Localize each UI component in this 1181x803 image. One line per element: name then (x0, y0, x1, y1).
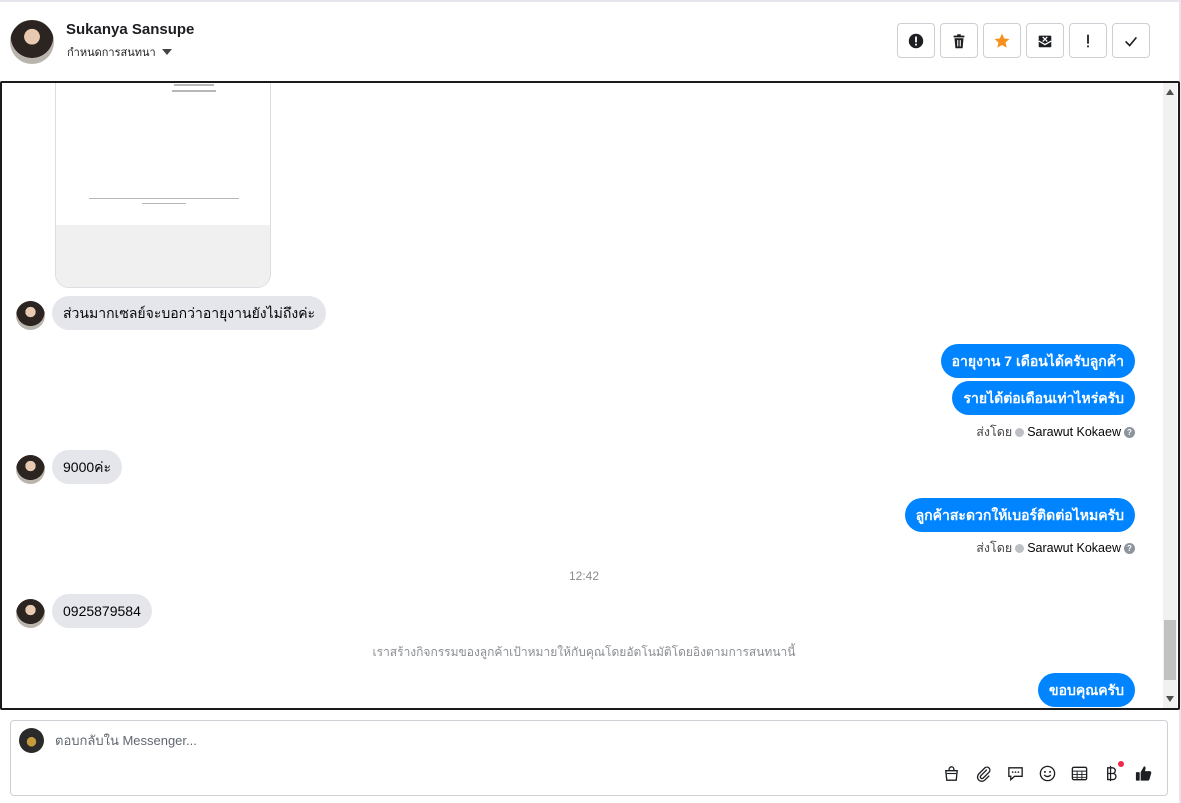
sender-avatar[interactable] (16, 301, 45, 330)
time-separator: 12:42 (568, 569, 600, 583)
incoming-message[interactable]: ส่วนมากเซลย์จะบอกว่าอายุงานยังไม่ถึงค่ะ (52, 296, 327, 330)
mark-done-button[interactable] (1112, 23, 1150, 58)
outgoing-message[interactable]: ลูกค้าสะดวกให้เบอร์ติดต่อไหมครับ (904, 498, 1135, 532)
incoming-message[interactable]: 9000ค่ะ (52, 450, 123, 484)
table-icon (1071, 766, 1087, 780)
star-button[interactable] (983, 23, 1021, 58)
star-icon (994, 33, 1010, 48)
help-icon[interactable]: ? (1124, 542, 1135, 554)
attach-button[interactable] (973, 763, 993, 783)
conversation-schedule-label: กำหนดการสนทนา (67, 47, 156, 59)
mark-spam-button[interactable] (897, 23, 935, 58)
header-actions (897, 23, 1150, 58)
document-preview-footer (56, 225, 270, 287)
incoming-message[interactable]: 0925879584 (52, 594, 152, 628)
delete-button[interactable] (940, 23, 978, 58)
sender-avatar[interactable] (16, 599, 45, 628)
outgoing-message[interactable]: ขอบคุณครับ (1038, 673, 1135, 707)
chat-bubble-icon (1007, 766, 1023, 781)
scroll-up-arrow-icon[interactable] (1166, 89, 1174, 95)
sent-by-name[interactable]: Sarawut Kokaew (1027, 541, 1121, 555)
document-attachment-preview[interactable] (55, 83, 271, 288)
page-avatar (19, 728, 44, 753)
envelope-x-icon (1038, 35, 1052, 47)
sent-by-name[interactable]: Sarawut Kokaew (1027, 425, 1121, 439)
payment-button[interactable] (1101, 761, 1124, 783)
notification-dot (1118, 761, 1124, 767)
document-text-line (174, 84, 214, 86)
saved-replies-button[interactable] (1005, 763, 1025, 783)
shop-button[interactable] (941, 763, 961, 783)
verified-dot-icon (1015, 427, 1025, 437)
trash-icon (953, 33, 965, 48)
emoji-icon (1039, 765, 1055, 781)
appointment-button[interactable] (1069, 763, 1089, 783)
conversation-schedule-dropdown[interactable]: กำหนดการสนทนา (67, 43, 172, 61)
emoji-button[interactable] (1037, 763, 1057, 783)
document-text-line (142, 203, 186, 204)
shopping-bag-icon (944, 765, 958, 781)
outgoing-message[interactable]: รายได้ต่อเดือนเท่าไหร่ครับ (952, 381, 1135, 415)
like-button[interactable] (1133, 763, 1153, 783)
scrollbar-thumb[interactable] (1164, 620, 1176, 680)
sender-avatar[interactable] (16, 455, 45, 484)
thumbs-up-icon (1135, 765, 1151, 781)
reply-input[interactable] (55, 733, 855, 748)
mark-unread-button[interactable] (1026, 23, 1064, 58)
outgoing-message[interactable]: อายุงาน 7 เดือนได้ครับลูกค้า (940, 344, 1135, 378)
mark-important-button[interactable] (1069, 23, 1107, 58)
caret-down-icon (161, 49, 172, 55)
checkmark-icon (1125, 36, 1138, 47)
baht-icon (1106, 765, 1117, 781)
sent-by-label: ส่งโดย (976, 425, 1013, 439)
exclamation-icon (1087, 34, 1089, 47)
system-note: เราสร้างกิจกรรมของลูกค้าเป้าหมายให้กับคุ… (372, 645, 796, 659)
alert-circle-icon (908, 33, 924, 48)
sent-by-label: ส่งโดย (976, 541, 1013, 555)
contact-name[interactable]: Sukanya Sansupe (66, 21, 194, 38)
sent-by-info: ส่งโดย Sarawut Kokaew ? (976, 538, 1135, 558)
sent-by-info: ส่งโดย Sarawut Kokaew ? (976, 422, 1135, 442)
paperclip-icon (976, 765, 991, 782)
scrollbar[interactable] (1163, 83, 1177, 708)
document-text-line (89, 198, 239, 199)
document-text-line (172, 90, 216, 92)
conversation-header: Sukanya Sansupe กำหนดการสนทนา (0, 2, 1179, 80)
verified-dot-icon (1015, 543, 1025, 553)
scroll-down-arrow-icon[interactable] (1166, 696, 1174, 702)
help-icon[interactable]: ? (1124, 426, 1135, 438)
composer-tools (941, 761, 1153, 783)
message-thread[interactable]: ส่วนมากเซลย์จะบอกว่าอายุงานยังไม่ถึงค่ะ … (0, 81, 1180, 710)
contact-avatar[interactable] (10, 20, 54, 64)
reply-composer (10, 720, 1168, 796)
